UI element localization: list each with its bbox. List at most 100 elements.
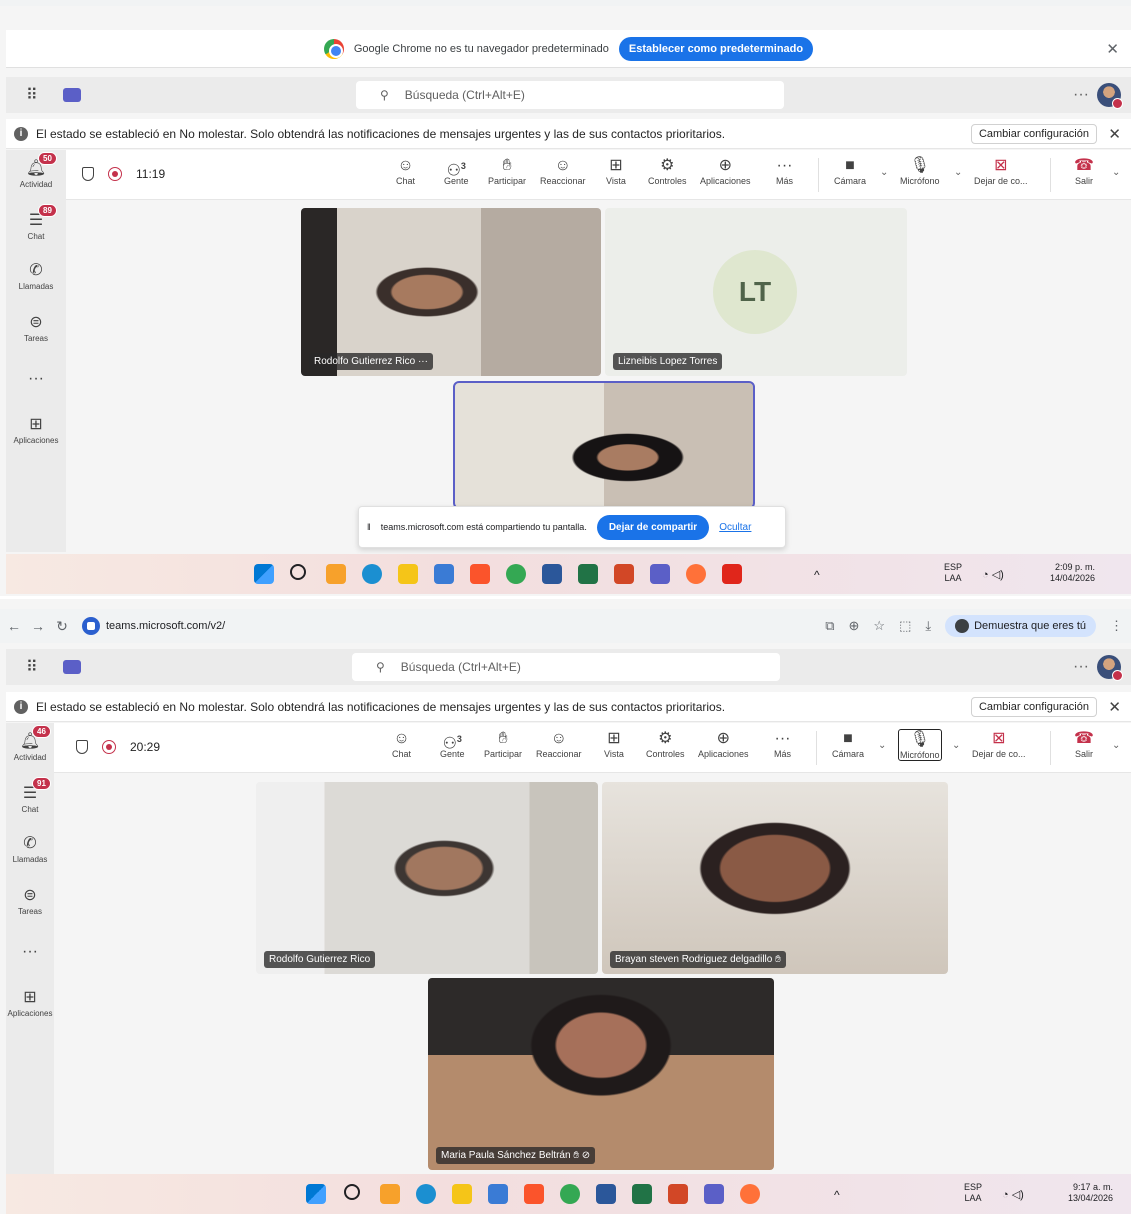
chat-button[interactable]: ☺︎ Chat — [396, 156, 415, 186]
close-icon[interactable]: ✕ — [1108, 698, 1121, 716]
cast-icon[interactable]: ⧉ — [825, 618, 834, 634]
set-default-button[interactable]: Establecer como predeterminado — [618, 36, 814, 61]
change-settings-button[interactable]: Cambiar configuración — [970, 696, 1097, 717]
back-icon[interactable]: ← — [4, 618, 24, 634]
rail-more[interactable]: ··· — [6, 943, 54, 963]
word-icon[interactable] — [596, 1184, 616, 1204]
leave-button[interactable]: ☎ Salir — [1074, 156, 1094, 186]
apps-button[interactable]: ⊕ Aplicaciones — [698, 729, 749, 759]
files-icon[interactable] — [398, 564, 418, 584]
mic-button[interactable]: 🎙︎ Micrófono — [898, 729, 942, 761]
more-options-icon[interactable]: ··· — [1073, 86, 1089, 104]
react-button[interactable]: ☺ Reaccionar — [540, 156, 586, 186]
forward-icon[interactable]: → — [28, 618, 48, 634]
camera-button[interactable]: ■ Cámara — [832, 729, 864, 759]
hide-link[interactable]: Ocultar — [719, 522, 751, 533]
store-icon[interactable] — [434, 564, 454, 584]
search-icon[interactable] — [290, 564, 306, 580]
chat-button[interactable]: ☺︎ Chat — [392, 729, 411, 759]
powerpoint-icon[interactable] — [614, 564, 634, 584]
chrome-icon[interactable] — [560, 1184, 580, 1204]
react-button[interactable]: ☺ Reaccionar — [536, 729, 582, 759]
drag-handle[interactable]: ‖ — [367, 522, 371, 532]
participant-tile[interactable]: Maria Paula Sánchez Beltrán ✋︎ ⊘ — [428, 978, 774, 1170]
excel-icon[interactable] — [578, 564, 598, 584]
rail-item-calls[interactable]: ✆ Llamadas — [6, 262, 66, 291]
rail-more[interactable]: ··· — [6, 370, 66, 390]
chevron-down-icon[interactable]: ⌄ — [1112, 740, 1120, 751]
rail-item-tasks[interactable]: ⊜ Tareas — [6, 314, 66, 343]
participant-tile[interactable]: Rodolfo Gutierrez Rico — [256, 782, 598, 974]
participant-tile[interactable]: Rodolfo Gutierrez Rico ··· — [301, 208, 601, 376]
language-indicator[interactable]: ESP LAA — [964, 1182, 982, 1204]
close-icon[interactable]: ✕ — [1106, 40, 1119, 58]
more-icon[interactable]: ··· — [418, 356, 428, 367]
reload-icon[interactable]: ↻ — [52, 618, 72, 635]
wifi-volume-icon[interactable]: ◔ ◁) — [1002, 1188, 1024, 1201]
close-icon[interactable]: ✕ — [1108, 125, 1121, 143]
profile-button[interactable]: Demuestra que eres tú — [945, 615, 1096, 637]
participant-tile[interactable]: Brayan steven Rodriguez delgadillo ✋︎ — [602, 782, 948, 974]
powerpoint-icon[interactable] — [668, 1184, 688, 1204]
people-button[interactable]: ⚇3 Gente — [444, 156, 469, 186]
chrome-icon[interactable] — [506, 564, 526, 584]
bookmark-icon[interactable]: ☆ — [873, 618, 885, 634]
view-button[interactable]: ⊞ Vista — [606, 156, 626, 186]
apps-button[interactable]: ⊕ Aplicaciones — [700, 156, 751, 186]
address-bar[interactable]: teams.microsoft.com/v2/ — [82, 617, 225, 635]
controls-button[interactable]: ⚙ Controles — [646, 729, 685, 759]
start-icon[interactable] — [306, 1184, 326, 1204]
brave-icon[interactable] — [470, 564, 490, 584]
camera-button[interactable]: ■ Cámara — [834, 156, 866, 186]
rail-item-calls[interactable]: ✆ Llamadas — [6, 835, 54, 864]
zoom-icon[interactable]: ⊕ — [849, 618, 860, 634]
rail-item-apps[interactable]: ⊞ Aplicaciones — [6, 989, 54, 1018]
apps-grid-icon[interactable]: ⠿ — [26, 85, 38, 105]
copilot-icon[interactable] — [380, 1184, 400, 1204]
mic-button[interactable]: 🎙︎ Micrófono — [900, 156, 940, 186]
search-input[interactable]: ⚲ Búsqueda (Ctrl+Alt+E) — [356, 81, 784, 109]
rail-item-tasks[interactable]: ⊜ Tareas — [6, 887, 54, 916]
search-icon[interactable] — [344, 1184, 360, 1200]
excel-icon[interactable] — [632, 1184, 652, 1204]
chevron-down-icon[interactable]: ⌄ — [1112, 167, 1120, 178]
edge-icon[interactable] — [362, 564, 382, 584]
store-icon[interactable] — [488, 1184, 508, 1204]
avatar[interactable] — [1097, 655, 1123, 681]
tray-chevron-icon[interactable]: ^ — [834, 1188, 840, 1202]
search-input[interactable]: ⚲ Búsqueda (Ctrl+Alt+E) — [352, 653, 780, 681]
firefox-icon[interactable] — [686, 564, 706, 584]
view-button[interactable]: ⊞ Vista — [604, 729, 624, 759]
chevron-down-icon[interactable]: ⌄ — [952, 740, 960, 751]
chevron-down-icon[interactable]: ⌄ — [880, 167, 888, 178]
leave-button[interactable]: ☎ Salir — [1074, 729, 1094, 759]
tray-chevron-icon[interactable]: ^ — [814, 568, 820, 582]
download-icon[interactable]: ⤓ — [925, 618, 931, 634]
clock[interactable]: 9:17 a. m. 13/04/2026 — [1068, 1182, 1113, 1204]
rail-item-chat[interactable]: ☰ 91 Chat — [6, 777, 54, 814]
copilot-icon[interactable] — [326, 564, 346, 584]
controls-button[interactable]: ⚙ Controles — [648, 156, 687, 186]
rail-item-activity[interactable]: 🔔︎ 50 Actividad — [6, 152, 66, 189]
change-settings-button[interactable]: Cambiar configuración — [970, 123, 1097, 144]
rail-item-chat[interactable]: ☰ 89 Chat — [6, 204, 66, 241]
teams-icon[interactable] — [704, 1184, 724, 1204]
raise-hand-button[interactable]: ✋︎ Participar — [484, 729, 522, 759]
menu-icon[interactable]: ⋮ — [1110, 618, 1123, 634]
stop-presenting-button[interactable]: ⊠ Dejar de co... — [972, 729, 1026, 759]
raise-hand-button[interactable]: ✋︎ Participar — [488, 156, 526, 186]
more-button[interactable]: ··· Más — [776, 156, 793, 186]
chevron-down-icon[interactable]: ⌄ — [954, 167, 962, 178]
more-options-icon[interactable]: ··· — [1073, 658, 1089, 676]
participant-tile[interactable]: LT Lizneibis Lopez Torres — [605, 208, 907, 376]
teams-icon[interactable] — [650, 564, 670, 584]
firefox-icon[interactable] — [740, 1184, 760, 1204]
language-indicator[interactable]: ESP LAA — [944, 562, 962, 584]
rail-item-apps[interactable]: ⊞ Aplicaciones — [6, 416, 66, 445]
participant-tile-self[interactable] — [453, 381, 755, 509]
apps-grid-icon[interactable]: ⠿ — [26, 657, 38, 677]
avatar[interactable] — [1097, 83, 1123, 109]
files-icon[interactable] — [452, 1184, 472, 1204]
extensions-icon[interactable]: ⬚ — [899, 618, 911, 634]
brave-icon[interactable] — [524, 1184, 544, 1204]
